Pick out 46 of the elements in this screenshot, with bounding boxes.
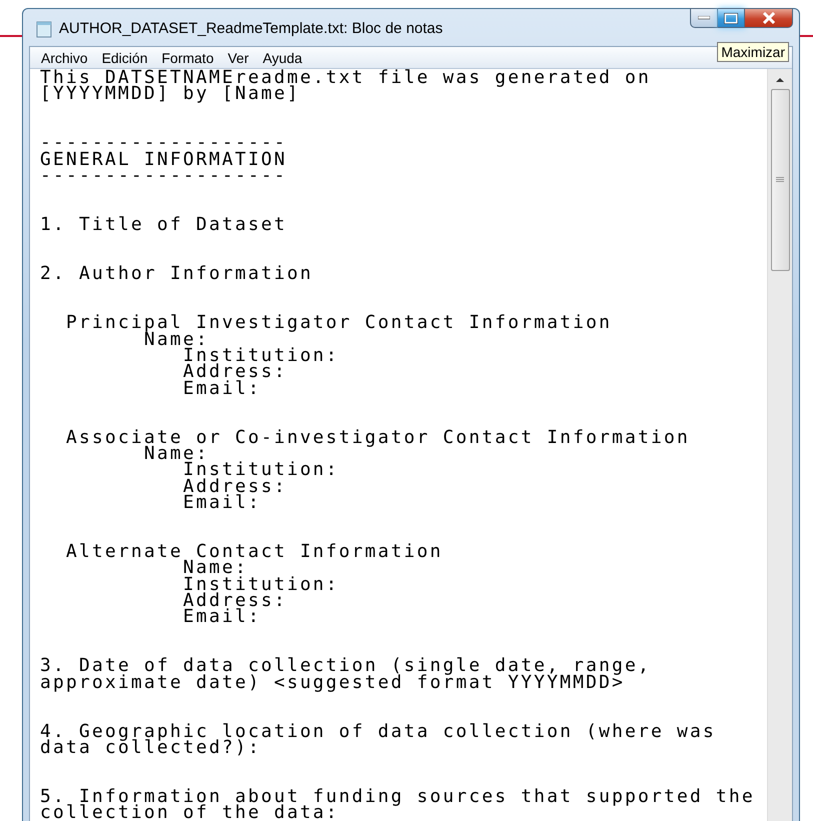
notepad-icon	[35, 20, 53, 38]
text-line: 4. Geographic location of data collection (where was	[40, 724, 717, 740]
text-line: Alternate Contact Information	[64, 544, 444, 560]
vertical-scrollbar[interactable]	[767, 69, 792, 821]
maximize-button[interactable]	[718, 8, 745, 28]
minimize-button[interactable]	[690, 8, 718, 28]
text-line: 1. Title of Dataset	[40, 217, 288, 234]
text-line: collection of the data:	[40, 805, 339, 821]
text-line: Name:	[144, 332, 209, 348]
window-title: AUTHOR_DATASET_ReadmeTemplate.txt: Bloc de notas	[59, 20, 443, 37]
text-line: Email:	[182, 380, 262, 397]
minimize-icon	[698, 16, 710, 20]
menu-item[interactable]: Archivo	[34, 48, 95, 68]
text-line: -------------------	[40, 135, 288, 152]
text-line: [YYYYMMDD] by [Name]	[40, 86, 300, 103]
text-line: 5. Information about funding sources that supported the	[40, 789, 756, 806]
close-icon	[762, 12, 776, 24]
text-line: data collected?):	[40, 740, 261, 756]
text-line: GENERAL INFORMATION	[40, 152, 288, 168]
text-line: Institution:	[182, 348, 340, 364]
menu-item[interactable]: Ver	[220, 48, 256, 68]
text-line: Address:	[182, 478, 288, 495]
menu-item[interactable]: Edición	[94, 48, 155, 68]
close-button[interactable]	[745, 8, 793, 28]
text-line: Name:	[144, 446, 209, 462]
text-line: This DATSETNAMEreadme.txt file was generated on	[40, 70, 652, 86]
text-line: Email:	[182, 609, 261, 626]
scroll-thumb[interactable]	[770, 89, 790, 271]
maximize-icon	[724, 12, 738, 24]
grip-icon	[776, 177, 784, 183]
text-line: -------------------	[40, 168, 288, 184]
menu-item[interactable]: Ayuda	[256, 48, 310, 68]
text-line: Associate or Co-investigator Contact Information	[64, 430, 691, 446]
text-line: 2. Author Information	[40, 266, 314, 282]
text-line: Address:	[182, 593, 287, 610]
menu-item[interactable]: Formato	[154, 48, 221, 68]
tooltip: Maximizar	[717, 42, 789, 62]
text-line: Institution:	[182, 576, 340, 593]
text-line: Name:	[182, 560, 248, 577]
text-line: 3. Date of data collection (single date, range,	[40, 658, 652, 675]
text-line: Institution:	[182, 462, 340, 479]
text-line: Email:	[182, 494, 261, 512]
text-line: Address:	[182, 364, 287, 381]
scroll-up-icon[interactable]	[775, 77, 785, 83]
text-line: approximate date) <suggested format YYYYMMDD>	[40, 674, 625, 692]
text-line: Principal Investigator Contact Information	[64, 315, 613, 332]
